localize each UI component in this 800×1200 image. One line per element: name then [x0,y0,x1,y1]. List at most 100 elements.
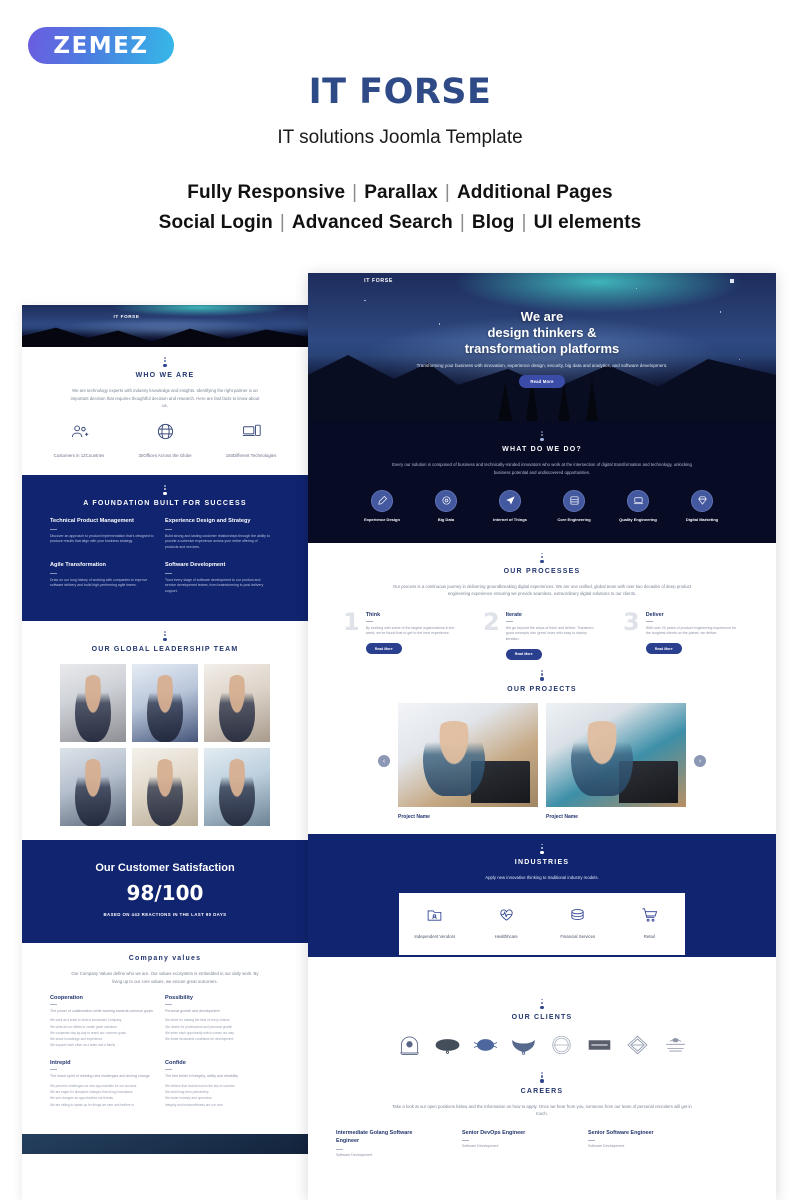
service-big-data[interactable]: Big Data [423,489,469,523]
hero-read-more-button[interactable]: Read More [519,375,565,388]
service-icon-row: Experience Design Big Data Internet of T… [308,489,776,543]
industry-label: Independent Vendors [414,934,456,940]
service-quality-engineering[interactable]: Quality Engineering [615,489,661,523]
preview-screenshot-left[interactable]: IT FORSE WHO WE ARE We are technology ex… [22,305,308,1200]
industry-healthcare[interactable]: Healthhcare [475,906,537,941]
section-processes: OUR PROCESSES Our process is a continuou… [308,542,776,661]
industry-financial-services[interactable]: Financial Services [547,906,609,941]
clients-logo-row [308,1034,776,1062]
zemez-logo[interactable]: ZEMEZ [28,27,174,64]
list-item: We seize each opportunity which comes ou… [165,1030,234,1035]
member-photo-5[interactable] [132,748,198,827]
client-logo-3 [472,1034,499,1056]
server-icon [563,489,585,512]
feature-separator: | [459,212,465,233]
service-label: Experience Design [364,516,400,522]
chevron-left-icon[interactable]: ‹ [378,755,390,768]
stat-offices: 30Offices Across the Globe [128,422,202,459]
foundation-grid: Technical Product Management Discover an… [22,507,308,621]
value-item: Possibility Personal growth and developm… [165,995,280,1050]
stat-offices-label: 30Offices Across the Globe [138,452,192,458]
hero-heading-line-2: design thinkers & [487,325,597,340]
foundation-item: Software Development Trust every stage o… [165,561,280,594]
careers-title: CAREERS [520,1087,564,1095]
nav-brand[interactable]: IT FORSE [364,278,393,284]
rule-divider [50,528,57,530]
career-title: Senior Software Engineer [588,1129,654,1136]
project-card-2[interactable]: Project Name [546,702,686,820]
project-card-1[interactable]: Project Name [398,702,538,820]
foundation-item-heading: Technical Product Management [50,518,134,525]
hero-navbar: IT FORSE [308,273,776,293]
values-title: Company values [128,955,202,963]
value-item: Cooperation The power of collaboration w… [50,995,165,1050]
service-label: Internet of Things [493,516,527,522]
foundation-item-heading: Experience Design and Strategy [165,518,251,525]
process-read-more-button[interactable]: Read More [365,643,402,655]
projects-carousel: ‹ Project Name Project Name › [308,702,776,820]
stat-customers: Customers in 12Countries [42,422,116,459]
process-read-more-button[interactable]: Read More [645,643,682,655]
page-subtitle: IT solutions Joomla Template [277,127,523,148]
member-photo-1[interactable] [60,664,126,743]
value-text: Personal growth and development [165,1008,220,1013]
service-core-engineering[interactable]: Core Engineering [551,489,597,523]
hero-content: We are design thinkers & transformation … [308,309,776,388]
member-photo-4[interactable] [60,748,126,827]
hero-heading-line-3: transformation platforms [464,341,620,356]
industry-label: Retail [643,934,655,940]
industry-label: Healthhcare [494,934,518,940]
value-bullets: We strive for making the best of every c… [165,1018,268,1042]
industry-independent-vendors[interactable]: Independent Vendors [404,906,466,941]
industry-retail[interactable]: Retail [618,906,680,941]
feature-list: Fully Responsive | Parallax | Additional Pag… [0,178,800,238]
service-experience-design[interactable]: Experience Design [359,489,405,523]
rule-divider [50,1003,57,1005]
foundation-item-heading: Agile Transformation [50,562,106,569]
careers-lead: Take a look at our open positions below … [392,1103,692,1116]
list-item: We believe that mutual trust is the key … [165,1083,235,1088]
member-photo-3[interactable] [204,664,270,743]
section-who-we-are: WHO WE ARE We are technology experts wit… [22,347,308,475]
project-image [546,702,686,807]
section-dots [308,421,776,442]
preview-screenshot-right[interactable]: IT FORSE We are design thinkers & transf… [308,273,776,1200]
career-title: Senior DevOps Engineer [462,1129,526,1136]
industries-card: Independent Vendors Healthhcare Financia… [399,893,685,955]
service-label: Quality Engineering [619,516,657,522]
career-position-1[interactable]: Intermediate Golang Software Engineer So… [336,1129,432,1157]
feature-row-2: Social Login | Advanced Search | Blog | UI ele… [0,208,800,238]
member-photo-6[interactable] [204,748,270,827]
satisfaction-heading: Our Customer Satisfaction [95,862,235,875]
section-company-values: Company values Our Company Values define… [22,955,308,1134]
value-heading: Intrepid [50,1060,71,1067]
process-heading: Think [365,611,381,618]
list-item: We unite all our efforts to create great… [50,1024,117,1029]
section-dots [22,347,308,368]
rule-divider [336,1148,343,1150]
list-item: We support each other as a team and a fa… [50,1043,116,1048]
service-digital-marketing[interactable]: Digital Marketing [679,489,725,523]
client-logo-2 [434,1034,461,1056]
member-photo-2[interactable] [132,664,198,743]
left-nav-brand[interactable]: IT FORSE [114,314,140,319]
process-read-more-button[interactable]: Read More [505,648,542,660]
feature-advanced-search: Advanced Search [291,212,453,233]
feature-social-login: Social Login [158,212,273,233]
value-heading: Cooperation [50,994,83,1001]
section-industries: INDUSTRIES Apply new innovative thinking… [308,833,776,957]
career-position-3[interactable]: Senior Software Engineer Software Develo… [588,1129,684,1157]
career-position-2[interactable]: Senior DevOps Engineer Software Developm… [462,1129,558,1157]
hero-banner: IT FORSE We are design thinkers & transf… [308,273,776,421]
section-foundation: A FOUNDATION BUILT FOR SUCCESS Technical… [22,474,308,621]
zemez-logo-text: ZEMEZ [53,32,149,59]
team-grid [22,664,308,840]
feature-separator: | [444,182,450,203]
hamburger-menu-icon[interactable] [729,279,734,283]
value-heading: Possibility [165,994,193,1001]
poster-header: IT FORSE IT solutions Joomla Template Fu… [0,72,800,238]
service-internet-of-things[interactable]: Internet of Things [487,489,533,523]
value-item: Intrepid The brave spirit of meeting new… [50,1060,165,1108]
chevron-right-icon[interactable]: › [694,755,706,768]
section-dots [308,989,776,1010]
